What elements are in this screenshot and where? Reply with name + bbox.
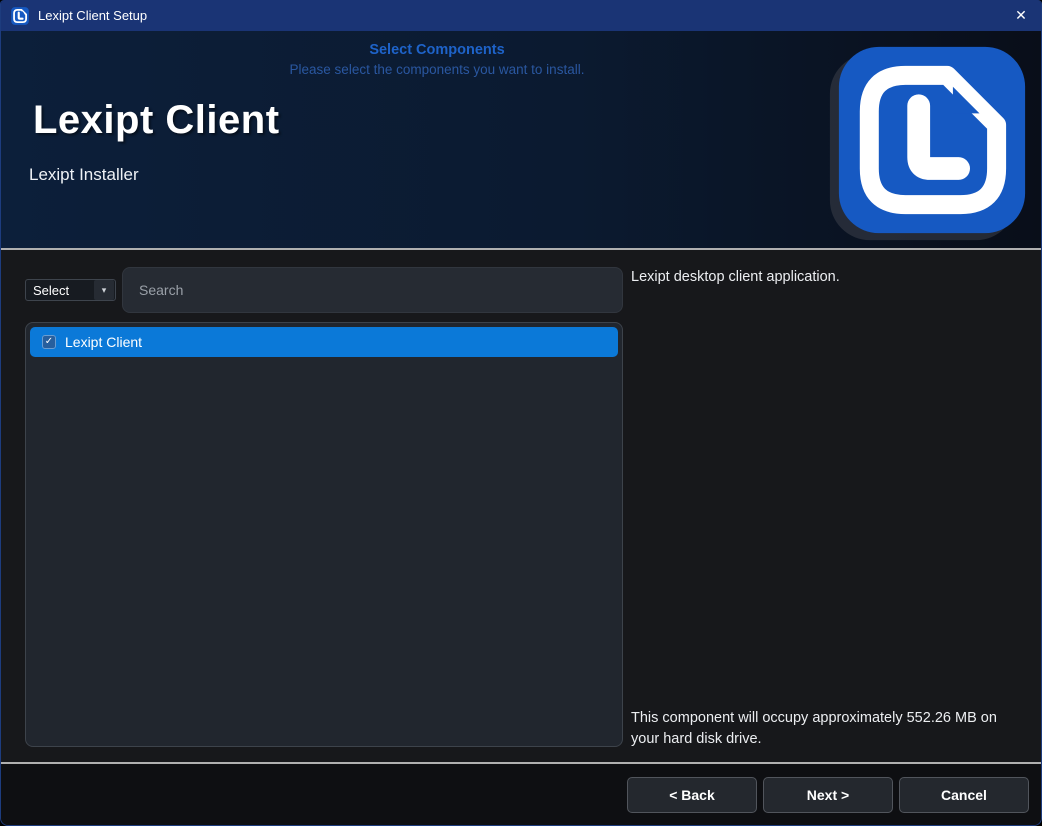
next-button[interactable]: Next > bbox=[763, 777, 893, 813]
chevron-down-icon[interactable]: ▾ bbox=[94, 280, 114, 300]
step-subtitle: Please select the components you want to… bbox=[1, 62, 873, 77]
list-item-lexipt-client[interactable]: ✓ Lexipt Client bbox=[30, 327, 618, 357]
component-list[interactable]: ✓ Lexipt Client bbox=[25, 322, 623, 747]
back-button[interactable]: < Back bbox=[627, 777, 757, 813]
cancel-button[interactable]: Cancel bbox=[899, 777, 1029, 813]
component-size-note: This component will occupy approximately… bbox=[631, 708, 1015, 749]
close-icon: ✕ bbox=[1015, 7, 1027, 24]
window-title: Lexipt Client Setup bbox=[38, 8, 147, 23]
list-item-label: Lexipt Client bbox=[65, 334, 142, 350]
main-area: Select ▾ ✓ Lexipt Client Lexipt desktop … bbox=[1, 250, 1041, 762]
check-icon: ✓ bbox=[45, 337, 53, 347]
component-description: Lexipt desktop client application. bbox=[631, 267, 1015, 287]
app-logo-icon bbox=[11, 7, 29, 25]
search-input[interactable] bbox=[122, 267, 623, 313]
titlebar[interactable]: Lexipt Client Setup ✕ bbox=[1, 0, 1041, 31]
component-info-panel: Lexipt desktop client application. This … bbox=[623, 250, 1041, 762]
filter-row: Select ▾ bbox=[25, 267, 623, 313]
step-block: Select Components Please select the comp… bbox=[1, 31, 873, 77]
step-title: Select Components bbox=[1, 42, 873, 58]
component-selection-panel: Select ▾ ✓ Lexipt Client bbox=[1, 250, 623, 762]
app-logo-watermark bbox=[837, 45, 1027, 235]
wizard-header: Select Components Please select the comp… bbox=[1, 31, 1041, 248]
footer: < Back Next > Cancel bbox=[1, 764, 1041, 825]
select-dropdown-label: Select bbox=[26, 283, 94, 298]
select-dropdown[interactable]: Select ▾ bbox=[25, 279, 116, 301]
checkbox-checked-icon[interactable]: ✓ bbox=[42, 335, 56, 349]
close-button[interactable]: ✕ bbox=[1001, 0, 1041, 31]
installer-window: Lexipt Client Setup ✕ Select Components … bbox=[0, 0, 1042, 826]
